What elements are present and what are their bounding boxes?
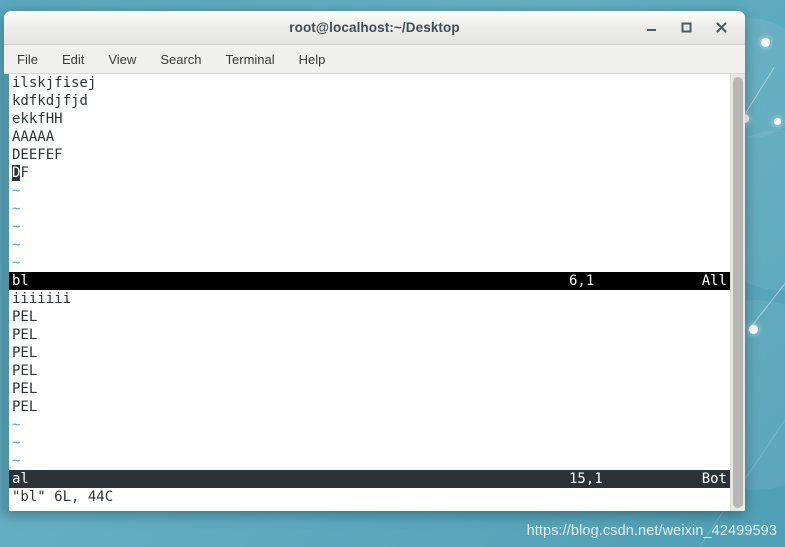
vim-tilde: ~ xyxy=(12,255,21,271)
statusline-position: 6,1 xyxy=(569,273,595,289)
statusline-filename: al xyxy=(12,471,29,487)
text-line-rest: F xyxy=(20,165,29,181)
text-line: PEL xyxy=(12,345,38,361)
statusline-scroll: Bot xyxy=(701,471,727,487)
text-line: kdfkdjfjd xyxy=(12,93,88,109)
vim-tilde: ~ xyxy=(12,183,21,199)
text-line: ekkfHH xyxy=(12,111,63,127)
wallpaper-node xyxy=(774,118,781,125)
text-line-with-cursor: DF xyxy=(9,164,730,182)
text-line: PEL xyxy=(12,309,38,325)
window-title: root@localhost:~/Desktop xyxy=(289,20,460,35)
vim-command-line[interactable]: "bl" 6L, 44C xyxy=(9,488,730,506)
watermark-text: https://blog.csdn.net/weixin_42499593 xyxy=(526,523,777,539)
vim-statusline-bottom: al 15,1 Bot xyxy=(9,470,730,488)
terminal-body[interactable]: ilskjfisej kdfkdjfjd ekkfHH AAAAA DEEFEF… xyxy=(4,74,745,511)
text-line: AAAAA xyxy=(12,129,55,145)
menu-item-edit[interactable]: Edit xyxy=(61,50,85,69)
vim-window-bottom[interactable]: iiiiiii PEL PEL PEL PEL PEL PEL ~ ~ ~ xyxy=(9,290,730,470)
window-titlebar[interactable]: root@localhost:~/Desktop xyxy=(4,11,745,45)
text-line: iiiiiii xyxy=(12,291,72,307)
vim-tilde: ~ xyxy=(12,435,21,451)
vim-tilde: ~ xyxy=(12,417,21,433)
scrollbar-thumb[interactable] xyxy=(733,77,743,508)
statusline-position: 15,1 xyxy=(569,471,603,487)
text-line: PEL xyxy=(12,363,38,379)
vim-tilde: ~ xyxy=(12,219,21,235)
vim-statusline-top: bl 6,1 All xyxy=(9,272,730,290)
vim-tilde: ~ xyxy=(12,201,21,217)
text-line: ilskjfisej xyxy=(12,75,97,91)
window-controls xyxy=(644,11,737,44)
vim-tilde: ~ xyxy=(12,453,21,469)
menu-item-search[interactable]: Search xyxy=(159,50,202,69)
menu-item-help[interactable]: Help xyxy=(298,50,327,69)
menu-item-view[interactable]: View xyxy=(107,50,137,69)
minimize-icon[interactable] xyxy=(644,20,659,35)
text-line: DEEFEF xyxy=(12,147,63,163)
vim-tilde: ~ xyxy=(12,237,21,253)
text-line: PEL xyxy=(12,399,38,415)
text-line: PEL xyxy=(12,327,38,343)
menubar: File Edit View Search Terminal Help xyxy=(4,45,745,74)
maximize-icon[interactable] xyxy=(679,20,694,35)
menu-item-terminal[interactable]: Terminal xyxy=(225,50,276,69)
close-icon[interactable] xyxy=(714,20,729,35)
statusline-filename: bl xyxy=(12,273,29,289)
terminal-screen[interactable]: ilskjfisej kdfkdjfjd ekkfHH AAAAA DEEFEF… xyxy=(9,74,730,511)
menu-item-file[interactable]: File xyxy=(16,50,39,69)
terminal-window[interactable]: root@localhost:~/Desktop File Edit View … xyxy=(4,11,745,511)
wallpaper-node xyxy=(761,38,770,47)
wallpaper-node xyxy=(749,325,758,334)
statusline-scroll: All xyxy=(701,273,727,289)
vim-window-top[interactable]: ilskjfisej kdfkdjfjd ekkfHH AAAAA DEEFEF… xyxy=(9,74,730,272)
terminal-scrollbar[interactable] xyxy=(730,74,745,511)
text-line: PEL xyxy=(12,381,38,397)
